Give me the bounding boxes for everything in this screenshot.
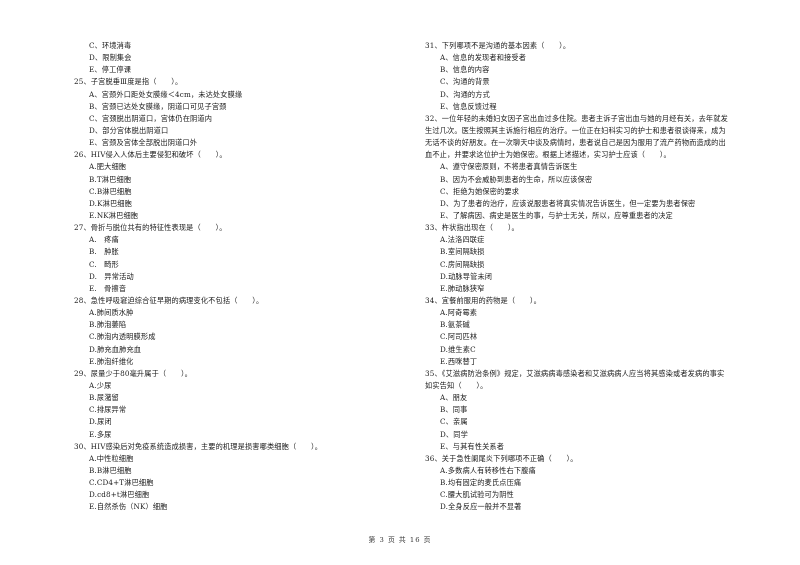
option-d: D.肺充血肺充血 [89,344,142,354]
question-25: 25、子宫脱垂Ⅲ度是指（ ）。 A、宫颈外口距处女膜缘＜4cm，未达处女膜缘 B… [74,76,404,149]
question-stem: 25、子宫脱垂Ⅲ度是指（ ）。 [74,77,183,87]
question-stem: 29、尿量少于80毫升属于（ ）。 [74,368,193,378]
question-32: 32、一位年轻的未婚妇女因子宫出血过多住院。患者主诉子宫出血与她的月经有关，去年… [425,113,780,222]
option-c: C.B淋巴细胞 [89,186,132,196]
option-b: B、因为不会威胁到患者的生命，所以应该保密 [440,174,593,184]
option-e: E、信息反馈过程 [440,101,497,111]
page-number: 第 3 页 共 16 页 [368,536,432,544]
option-c: C.房间隔缺损 [440,259,485,269]
option-24-c: C、环境消毒 [89,41,132,50]
option-a: A.中性粒细胞 [89,453,134,463]
option-a: A、朋友 [440,393,468,403]
question-stem-line: 32、一位年轻的未婚妇女因子宫出血过多住院。患者主诉子宫出血与她的月经有关，去年… [425,113,728,123]
question-stem: 27、骨折与脱位共有的特征性表现是（ ）。 [74,223,227,233]
option-d: D.全身反应一般并不显著 [440,502,522,512]
option-b: B、同事 [440,405,468,415]
question-stem: 30、HIV感染后对免疫系统造成损害，主要的机理是损害哪类细胞（ ）。 [74,441,323,451]
option-a: A.少尿 [89,380,112,390]
right-column: 31、下列哪项不是沟通的基本因素（ ）。 A、信息的发现者和接受者 B、信息的内… [425,40,780,513]
question-stem: 34、宜餐前服用的药物是（ ）。 [425,295,541,305]
option-d: D.尿闭 [89,417,112,427]
option-a: A.肺间质水肿 [89,308,134,318]
option-d: D.cd8+t淋巴细胞 [89,490,150,500]
option-c: C. 畸形 [89,259,119,269]
question-stem: 33、杵状指出现在（ ）。 [425,223,519,233]
question-stem: 36、关于急性阑尾炎下列哪项不正确（ ）。 [425,453,578,463]
option-a: A、宫颈外口距处女膜缘＜4cm，未达处女膜缘 [89,89,243,99]
option-b: B.尿潴留 [89,393,119,403]
option-c: C.腰大肌试验可为阴性 [440,490,514,500]
option-b: B. 肿胀 [89,247,119,257]
option-b: B.氨茶碱 [440,320,470,330]
option-e: E. 骨擦音 [89,283,127,293]
option-c: C.CD4+T淋巴细胞 [89,478,154,488]
option-a: A.阿奇霉素 [440,308,478,318]
option-e: E.自然杀伤（NK）细胞 [89,502,168,512]
option-e: E.NK淋巴细胞 [89,210,139,220]
option-d: D.维生素C [440,344,476,354]
option-c: C.阿司匹林 [440,332,478,342]
option-d: D.动脉导管未闭 [440,271,493,281]
option-e: E.肺动脉狭窄 [440,283,485,293]
option-d: D.K淋巴细胞 [89,198,132,208]
question-26: 26、HIV侵入人体后主要侵犯和破坏（ ）。 A.肥大细胞 B.T淋巴细胞 C.… [74,149,404,222]
exam-page: C、环境消毒 D、限制集会 E、停工停课 25、子宫脱垂Ⅲ度是指（ ）。 A、宫… [0,0,800,565]
option-d: D. 异常活动 [89,271,134,281]
option-24-e: E、停工停课 [89,65,132,75]
option-c: C.肺泡内透明膜形成 [89,332,156,342]
question-stem-line: 如实告知（ ）。 [425,380,488,390]
question-stem-line: 35、《艾滋病防治条例》规定，艾滋病病毒感染者和艾滋病病人应当将其感染或者发病的… [425,368,725,378]
option-b: B.B淋巴细胞 [89,465,132,475]
option-e: E、与其有性关系者 [440,441,505,451]
question-29: 29、尿量少于80毫升属于（ ）。 A.少尿 B.尿潴留 C.排尿异常 D.尿闭… [74,368,404,441]
option-d: D、部分宫体脱出阴道口 [89,125,169,135]
question-35: 35、《艾滋病防治条例》规定，艾滋病病毒感染者和艾滋病病人应当将其感染或者发病的… [425,368,780,453]
option-b: B、宫颈已达处女膜缘，阴道口可见子宫颈 [89,101,227,111]
option-b: B.均有固定的麦氏点压痛 [440,478,522,488]
option-d: D、为了患者的治疗，应该说服患者将真实情况告诉医生，但一定要为患者保密 [440,198,696,208]
option-c: C、拒绝为她保密的要求 [440,186,520,196]
option-e: E.西咪替丁 [440,356,478,366]
option-b: B.肺泡萎陷 [89,320,127,330]
option-c: C、沟通的背景 [440,77,490,87]
question-stem: 31、下列哪项不是沟通的基本因素（ ）。 [425,41,571,50]
question-stem-line: 血不止，并要求这位护士为她保密。根据上述描述，实习护士应该（ ）。 [425,150,671,160]
option-e: E.肺泡纤维化 [89,356,134,366]
option-d: D、沟通的方式 [440,89,490,99]
option-c: C、宫颈脱出阴道口，宫体仍在阴道内 [89,113,213,123]
option-b: B、信息的内容 [440,65,490,75]
question-stem-line: 生过几次。医生按照其主诉施行相应的治疗。一位正在妇科实习的护士和患者很谈得来，成… [425,125,726,135]
option-d: D、同学 [440,429,468,439]
option-b: B.室间隔缺损 [440,247,485,257]
option-e: E.多尿 [89,429,112,439]
question-34: 34、宜餐前服用的药物是（ ）。 A.阿奇霉素 B.氨茶碱 C.阿司匹林 D.维… [425,295,780,368]
option-e: E、宫颈及宫体全部脱出阴道口外 [89,138,198,148]
question-stem: 26、HIV侵入人体后主要侵犯和破坏（ ）。 [74,150,227,160]
left-column: C、环境消毒 D、限制集会 E、停工停课 25、子宫脱垂Ⅲ度是指（ ）。 A、宫… [74,40,404,513]
option-a: A.法洛四联症 [440,235,485,245]
option-c: C.排尿异常 [89,405,127,415]
question-30: 30、HIV感染后对免疫系统造成损害，主要的机理是损害哪类细胞（ ）。 A.中性… [74,441,404,514]
option-a: A.多数病人有转移性右下腹痛 [440,465,536,475]
option-a: A、遵守保密原则，不将患者真情告诉医生 [440,162,578,172]
option-a: A、信息的发现者和接受者 [440,53,527,63]
option-b: B.T淋巴细胞 [89,174,132,184]
option-a: A.肥大细胞 [89,162,127,172]
option-e: E、了解病因、病史是医生的事，与护士无关，所以，应尊重患者的决定 [440,210,673,220]
question-36: 36、关于急性阑尾炎下列哪项不正确（ ）。 A.多数病人有转移性右下腹痛 B.均… [425,453,780,514]
question-27: 27、骨折与脱位共有的特征性表现是（ ）。 A. 疼痛 B. 肿胀 C. 畸形 … [74,222,404,295]
question-stem-line: 无话不谈的好朋友。在一次聊天中谈及病情时，患者说自己是因为服用了流产药物而造成的… [425,138,726,148]
option-c: C、亲属 [440,417,468,427]
question-33: 33、杵状指出现在（ ）。 A.法洛四联症 B.室间隔缺损 C.房间隔缺损 D.… [425,222,780,295]
option-24-d: D、限制集会 [89,53,132,63]
question-31: 31、下列哪项不是沟通的基本因素（ ）。 A、信息的发现者和接受者 B、信息的内… [425,40,780,113]
question-28: 28、急性呼吸窘迫综合征早期的病理变化不包括（ ）。 A.肺间质水肿 B.肺泡萎… [74,295,404,368]
question-stem: 28、急性呼吸窘迫综合征早期的病理变化不包括（ ）。 [74,295,264,305]
option-a: A. 疼痛 [89,235,119,245]
